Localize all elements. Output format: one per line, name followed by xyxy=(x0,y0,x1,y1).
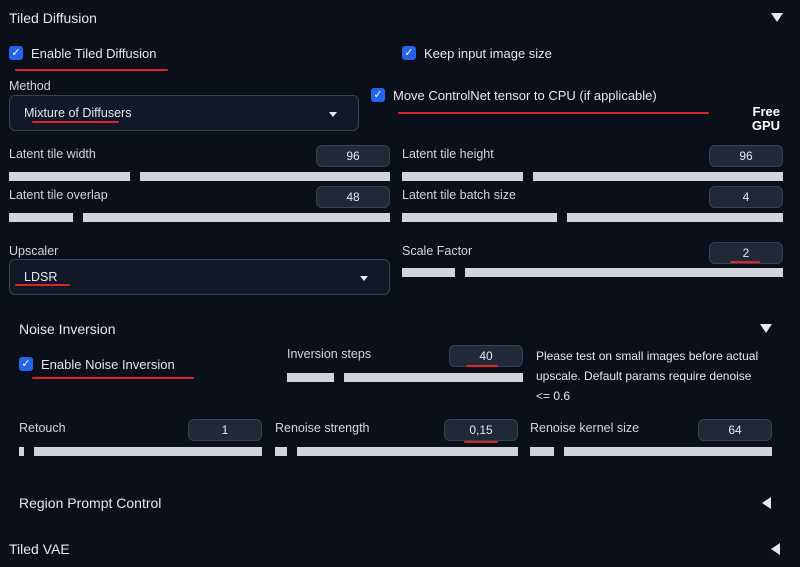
tile-height-input[interactable]: 96 xyxy=(709,145,783,167)
slider-track-remaining xyxy=(140,172,390,181)
tile-overlap-input[interactable]: 48 xyxy=(316,186,390,208)
renoise-strength-input[interactable]: 0,15 xyxy=(444,419,518,441)
retouch-label: Retouch xyxy=(19,421,66,435)
tile-batch-slider[interactable] xyxy=(402,213,783,222)
inversion-steps-slider[interactable] xyxy=(287,373,523,382)
keep-input-size-checkbox[interactable]: ✓ xyxy=(402,46,416,60)
slider-track-remaining xyxy=(34,447,262,456)
renoise-strength-slider[interactable] xyxy=(275,447,518,456)
collapse-triangle-icon[interactable] xyxy=(760,324,772,333)
retouch-slider[interactable] xyxy=(19,447,262,456)
tile-width-slider[interactable] xyxy=(9,172,390,181)
slider-track-filled xyxy=(402,172,523,181)
method-dropdown[interactable]: Mixture of Diffusers xyxy=(9,95,359,131)
tile-batch-label: Latent tile batch size xyxy=(402,188,516,202)
chevron-down-icon xyxy=(360,276,368,281)
slider-track-filled xyxy=(9,172,130,181)
free-gpu-button[interactable]: Free GPU xyxy=(740,105,780,133)
tile-overlap-slider[interactable] xyxy=(9,213,390,222)
tile-overlap-label: Latent tile overlap xyxy=(9,188,108,202)
slider-track-remaining xyxy=(533,172,783,181)
keep-input-size-label[interactable]: Keep input image size xyxy=(424,46,552,61)
tile-width-label: Latent tile width xyxy=(9,147,96,161)
tile-batch-input[interactable]: 4 xyxy=(709,186,783,208)
tile-height-slider[interactable] xyxy=(402,172,783,181)
region-prompt-title[interactable]: Region Prompt Control xyxy=(19,495,161,511)
enable-noise-inversion-label[interactable]: Enable Noise Inversion xyxy=(41,357,175,372)
renoise-kernel-label: Renoise kernel size xyxy=(530,421,640,435)
upscaler-value: LDSR xyxy=(24,270,58,284)
enable-tiled-diffusion-label[interactable]: Enable Tiled Diffusion xyxy=(31,46,157,61)
slider-track-remaining xyxy=(567,213,783,222)
tile-width-input[interactable]: 96 xyxy=(316,145,390,167)
tiled-diffusion-title[interactable]: Tiled Diffusion xyxy=(9,10,97,26)
slider-track-filled xyxy=(9,213,73,222)
slider-track-filled xyxy=(287,373,334,382)
slider-track-filled xyxy=(402,213,557,222)
upscaler-label: Upscaler xyxy=(9,244,59,258)
renoise-kernel-input[interactable]: 64 xyxy=(698,419,772,441)
tiled-vae-title[interactable]: Tiled VAE xyxy=(9,541,70,557)
enable-tiled-diffusion-checkbox[interactable]: ✓ xyxy=(9,46,23,60)
scale-factor-slider[interactable] xyxy=(402,268,783,277)
move-controlnet-checkbox[interactable]: ✓ xyxy=(371,88,385,102)
slider-track-remaining xyxy=(297,447,518,456)
slider-track-filled xyxy=(19,447,24,456)
method-value: Mixture of Diffusers xyxy=(24,106,132,120)
inversion-steps-input[interactable]: 40 xyxy=(449,345,523,367)
inversion-steps-label: Inversion steps xyxy=(287,347,372,361)
chevron-down-icon xyxy=(329,112,337,117)
enable-noise-inversion-checkbox[interactable]: ✓ xyxy=(19,357,33,371)
slider-track-remaining xyxy=(344,373,523,382)
slider-track-remaining xyxy=(83,213,390,222)
upscaler-dropdown[interactable]: LDSR xyxy=(9,259,390,295)
renoise-kernel-slider[interactable] xyxy=(530,447,772,456)
tile-height-label: Latent tile height xyxy=(402,147,494,161)
expand-triangle-icon[interactable] xyxy=(771,543,780,555)
noise-inversion-title[interactable]: Noise Inversion xyxy=(19,321,116,337)
slider-track-filled xyxy=(530,447,554,456)
slider-track-remaining xyxy=(564,447,772,456)
expand-triangle-icon[interactable] xyxy=(762,497,771,509)
slider-track-filled xyxy=(275,447,287,456)
method-label: Method xyxy=(9,79,51,93)
move-controlnet-label[interactable]: Move ControlNet tensor to CPU (if applic… xyxy=(393,88,657,103)
scale-factor-label: Scale Factor xyxy=(402,244,473,258)
noise-inversion-note: Please test on small images before actua… xyxy=(536,349,759,403)
retouch-input[interactable]: 1 xyxy=(188,419,262,441)
collapse-triangle-icon[interactable] xyxy=(771,13,783,22)
renoise-strength-label: Renoise strength xyxy=(275,421,370,435)
